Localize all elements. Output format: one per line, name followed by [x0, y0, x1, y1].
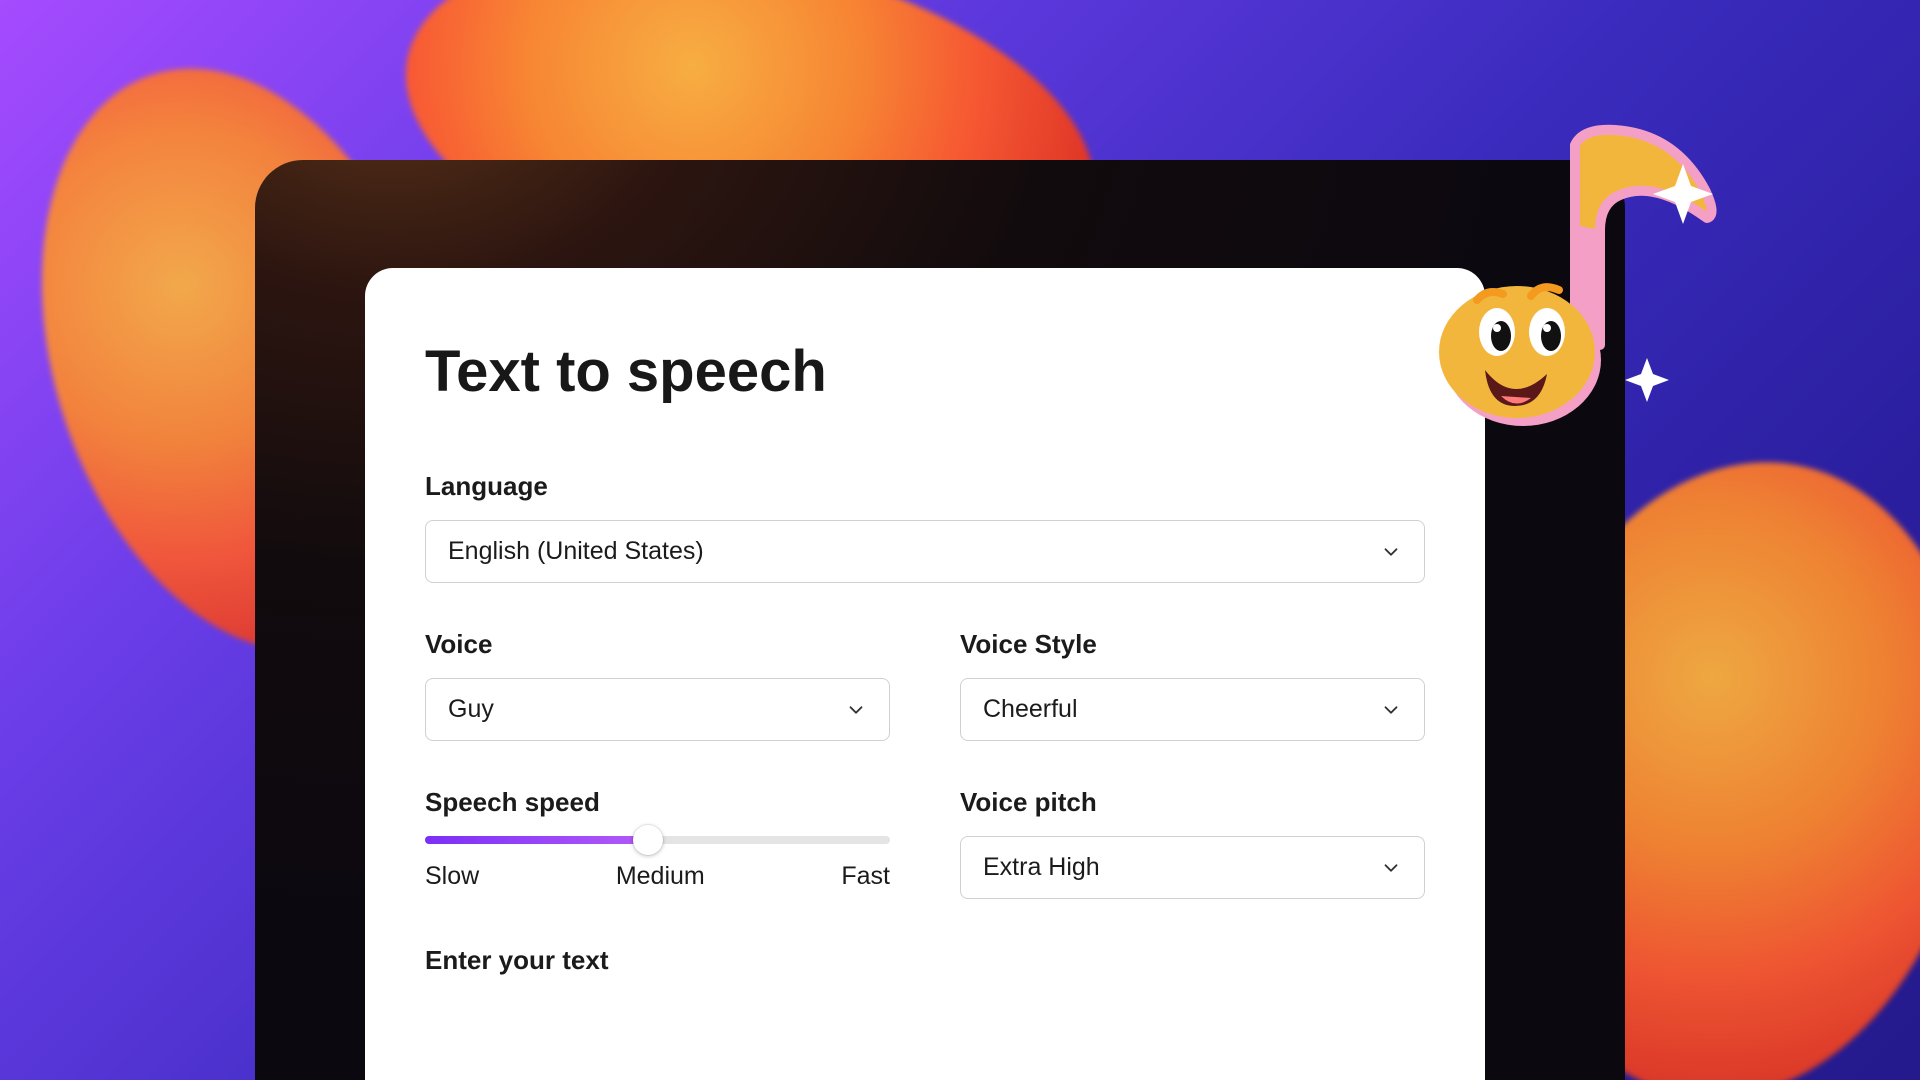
voice-label: Voice	[425, 629, 890, 660]
speed-slider[interactable]	[425, 836, 890, 844]
background: Text to speech Language English (United …	[0, 0, 1920, 1080]
voice-style-select[interactable]: Cheerful	[960, 678, 1425, 741]
language-select[interactable]: English (United States)	[425, 520, 1425, 583]
chevron-down-icon	[1380, 699, 1402, 721]
voice-style-label: Voice Style	[960, 629, 1425, 660]
speed-slider-fill	[425, 836, 648, 844]
speed-slider-thumb[interactable]	[633, 825, 663, 855]
chevron-down-icon	[1380, 857, 1402, 879]
page-title: Text to speech	[425, 338, 1425, 405]
voice-section: Voice Guy	[425, 629, 890, 741]
voice-style-section: Voice Style Cheerful	[960, 629, 1425, 741]
pitch-value: Extra High	[983, 853, 1100, 882]
chevron-down-icon	[845, 699, 867, 721]
voice-select[interactable]: Guy	[425, 678, 890, 741]
language-value: English (United States)	[448, 537, 704, 566]
speed-tick-medium: Medium	[616, 862, 705, 891]
language-section: Language English (United States)	[425, 471, 1425, 583]
tts-panel: Text to speech Language English (United …	[365, 268, 1485, 1080]
speed-label: Speech speed	[425, 787, 890, 818]
pitch-section: Voice pitch Extra High	[960, 787, 1425, 899]
speed-tick-slow: Slow	[425, 862, 479, 891]
voice-style-value: Cheerful	[983, 695, 1078, 724]
voice-value: Guy	[448, 695, 494, 724]
pitch-select[interactable]: Extra High	[960, 836, 1425, 899]
pitch-label: Voice pitch	[960, 787, 1425, 818]
language-label: Language	[425, 471, 1425, 502]
speed-slider-labels: Slow Medium Fast	[425, 862, 890, 891]
speed-tick-fast: Fast	[841, 862, 890, 891]
text-input-section: Enter your text	[425, 945, 1425, 976]
text-input-label: Enter your text	[425, 945, 1425, 976]
speed-section: Speech speed Slow Medium Fast	[425, 787, 890, 899]
chevron-down-icon	[1380, 541, 1402, 563]
